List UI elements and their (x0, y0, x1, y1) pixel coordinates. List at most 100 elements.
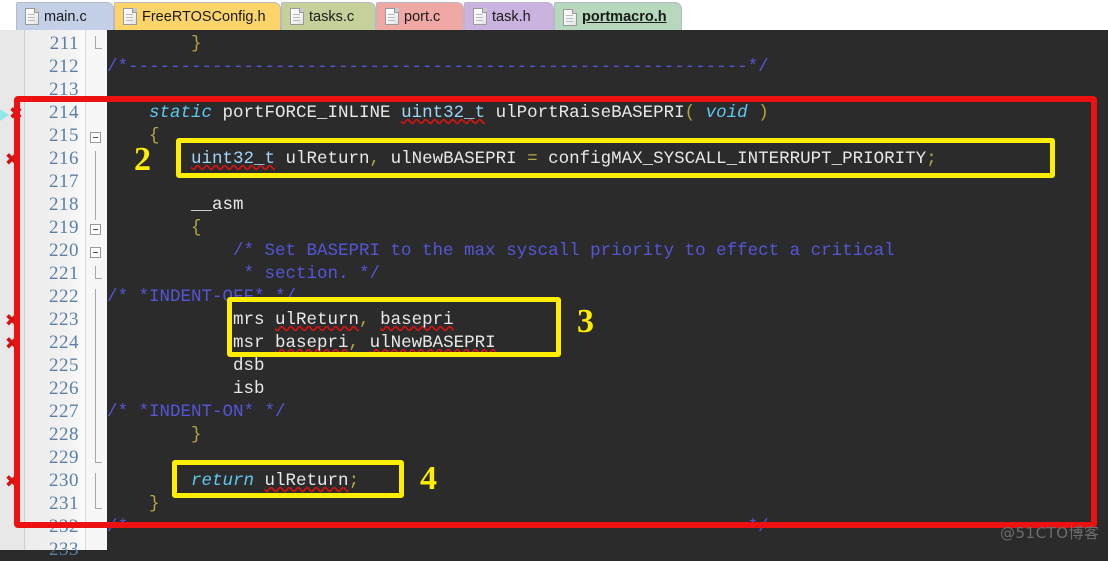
tab-tasks-c[interactable]: tasks.c (281, 2, 376, 30)
fold-guide-line (95, 404, 96, 427)
fold-collapse-icon[interactable] (90, 224, 101, 235)
code-token: ulReturn (275, 149, 370, 169)
code-line[interactable]: /* Set BASEPRI to the max syscall priori… (107, 241, 895, 261)
fold-end-marker (95, 47, 102, 49)
line-number: 226 (49, 378, 79, 399)
annotation-number-4: 4 (420, 460, 437, 497)
line-number: 221 (49, 263, 79, 284)
tab-FreeRTOSConfig-h[interactable]: FreeRTOSConfig.h (114, 2, 281, 30)
code-token: uint32_t (401, 103, 486, 123)
code-line[interactable]: { (107, 218, 202, 238)
breakpoint-marker-column[interactable]: ✖ ✖ ✖ ✖ ✖ (0, 30, 25, 550)
fold-guide-line (95, 381, 96, 404)
code-line[interactable]: dsb (107, 356, 265, 376)
code-token: , (359, 310, 370, 330)
code-line[interactable]: mrs ulReturn, basepri (107, 310, 454, 330)
code-line[interactable]: uint32_t ulReturn, ulNewBASEPRI = config… (107, 149, 937, 169)
code-line[interactable]: isb (107, 379, 265, 399)
fold-guide-line (95, 473, 96, 496)
code-folding-column[interactable] (85, 30, 108, 550)
code-token: isb (107, 379, 265, 399)
code-token: /* *INDENT-OFF* */ (107, 287, 297, 307)
line-number: 217 (49, 171, 79, 192)
error-marker-icon[interactable]: ✖ (3, 336, 21, 353)
error-marker-icon[interactable]: ✖ (3, 474, 21, 491)
code-token: msr (107, 333, 276, 353)
code-token: dsb (107, 356, 265, 376)
tab-main-c[interactable]: main.c (16, 2, 114, 30)
file-page-icon (290, 8, 304, 25)
code-line[interactable]: /* *INDENT-ON* */ (107, 402, 286, 422)
watermark-text: @51CTO博客 (1000, 524, 1100, 542)
code-line[interactable]: /*--------------------------------------… (107, 57, 769, 77)
line-number: 228 (49, 424, 79, 445)
code-token: ) (758, 103, 769, 123)
code-token: return (191, 471, 255, 491)
line-number: 220 (49, 240, 79, 261)
tab-label: task.h (492, 8, 531, 25)
code-token: configMAX_SYSCALL_INTERRUPT_PRIORITY (537, 149, 927, 169)
code-token: , (348, 333, 360, 353)
fold-guide-line (95, 496, 96, 508)
line-number: 232 (49, 516, 79, 537)
tab-port-c[interactable]: port.c (376, 2, 464, 30)
fold-guide-line (95, 289, 96, 312)
fold-guide-line (95, 197, 96, 220)
line-number: 227 (49, 401, 79, 422)
code-token: ; (926, 149, 937, 169)
code-token: mrs (107, 310, 276, 330)
fold-guide-line (95, 174, 96, 197)
code-line[interactable]: /* *INDENT-OFF* */ (107, 287, 296, 307)
code-line[interactable]: return ulReturn; (107, 471, 359, 491)
fold-collapse-icon[interactable] (90, 132, 101, 143)
code-text-area[interactable]: } /*-------------------------------------… (107, 30, 1108, 550)
current-line-arrow-icon (0, 109, 19, 121)
code-token: ulReturn (275, 310, 360, 330)
code-line[interactable]: * section. */ (107, 264, 381, 284)
code-editor[interactable]: ✖ ✖ ✖ ✖ ✖ 211 212 213 214 215 216 217 218 219 220 221 2… (0, 30, 1108, 560)
tab-portmacro-h[interactable]: portmacro.h (554, 2, 682, 30)
fold-guide-line (95, 151, 96, 174)
line-number: 233 (49, 539, 79, 560)
tab-task-h[interactable]: task.h (464, 2, 554, 30)
code-token: basepri (275, 333, 349, 353)
tab-label: tasks.c (309, 8, 355, 25)
code-token: ( (684, 103, 696, 123)
code-token: uint32_t (191, 149, 276, 169)
fold-collapse-icon[interactable] (90, 247, 101, 258)
line-number: 216 (49, 148, 79, 169)
line-number: 211 (49, 33, 79, 54)
file-page-icon (25, 8, 39, 25)
code-token: = (527, 149, 538, 169)
line-number: 224 (49, 332, 79, 353)
code-line[interactable]: static portFORCE_INLINE uint32_t ulPortR… (107, 103, 769, 123)
file-page-icon (563, 8, 577, 26)
code-line[interactable]: __asm (107, 195, 244, 215)
fold-guide-line (95, 335, 96, 358)
line-number-gutter: 211 212 213 214 215 216 217 218 219 220 221 222 223 2… (25, 30, 85, 560)
code-token: ulNewBASEPRI (380, 149, 528, 169)
code-line[interactable]: } (107, 34, 202, 54)
code-token: } (149, 494, 160, 514)
file-page-icon (123, 8, 137, 25)
code-token: void (705, 103, 748, 123)
code-line[interactable]: msr basepri, ulNewBASEPRI (107, 333, 496, 353)
code-token: , (369, 149, 381, 169)
code-token: ulReturn (264, 471, 349, 491)
error-marker-icon[interactable]: ✖ (3, 152, 21, 169)
code-line[interactable]: /*--------------------------------------… (107, 517, 769, 537)
editor-tab-bar[interactable]: main.c FreeRTOSConfig.h tasks.c port.c task.… (0, 0, 1108, 30)
code-token: static (149, 103, 213, 123)
code-line[interactable]: } (107, 494, 160, 514)
line-number: 223 (49, 309, 79, 330)
error-marker-icon[interactable]: ✖ (3, 313, 21, 330)
code-token: { (191, 218, 202, 238)
fold-guide-line (95, 427, 96, 450)
code-line[interactable]: } (107, 425, 202, 445)
line-number: 215 (49, 125, 79, 146)
fold-guide-line (95, 450, 96, 462)
